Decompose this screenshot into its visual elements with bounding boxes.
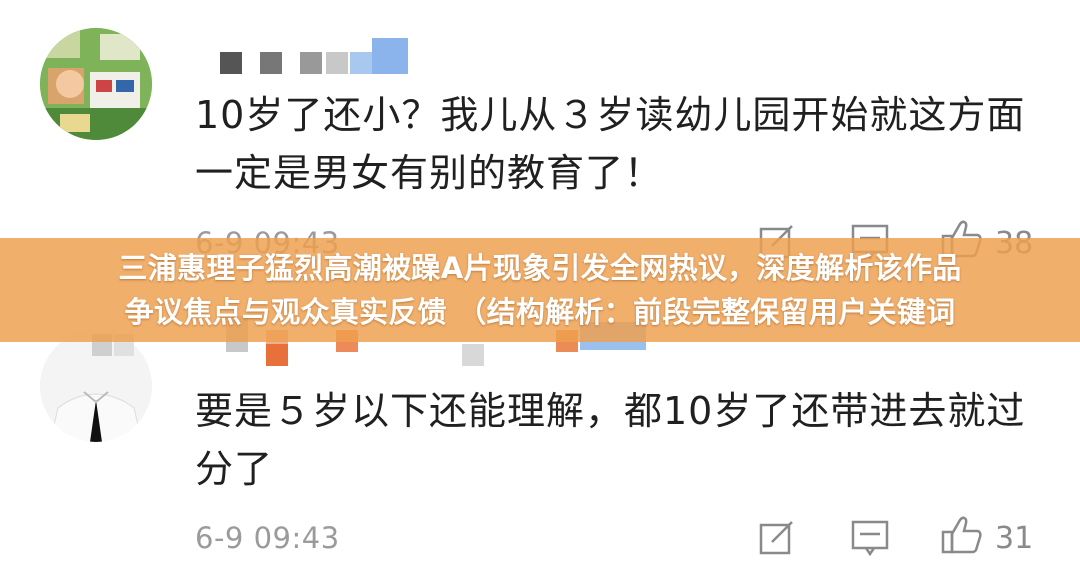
overlay-banner: 三浦惠理子猛烈高潮被躁A片现象引发全网热议，深度解析该作品 争议焦点与观众真实反… (0, 238, 1080, 342)
banner-line: 争议焦点与观众真实反馈 （结构解析：前段完整保留用户关键词 (124, 295, 956, 329)
banner-line: 三浦惠理子猛烈高潮被躁A片现象引发全网热议，深度解析该作品 (118, 251, 962, 285)
avatar[interactable] (40, 28, 152, 140)
comment-item: 要是５岁以下还能理解，都10岁了还带进去就过分了 6-9 09:43 31 (0, 300, 1080, 580)
comment-item: 10岁了还小？我儿从３岁读幼儿园开始就这方面一定是男女有别的教育了！ 6-9 0… (0, 0, 1080, 270)
edit-icon[interactable] (758, 518, 796, 556)
comment-text: 10岁了还小？我儿从３岁读幼儿园开始就这方面一定是男女有别的教育了！ (195, 93, 1026, 195)
comment-text: 要是５岁以下还能理解，都10岁了还带进去就过分了 (195, 389, 1026, 491)
thumbs-up-icon[interactable] (940, 514, 984, 556)
like-count: 31 (995, 521, 1034, 556)
reply-icon[interactable] (850, 518, 890, 556)
banner-text: 三浦惠理子猛烈高潮被躁A片现象引发全网热议，深度解析该作品 争议焦点与观众真实反… (10, 246, 1070, 334)
username-mosaic[interactable] (220, 38, 410, 74)
avatar-image (40, 28, 152, 140)
comment-timestamp: 6-9 09:43 (195, 521, 340, 555)
